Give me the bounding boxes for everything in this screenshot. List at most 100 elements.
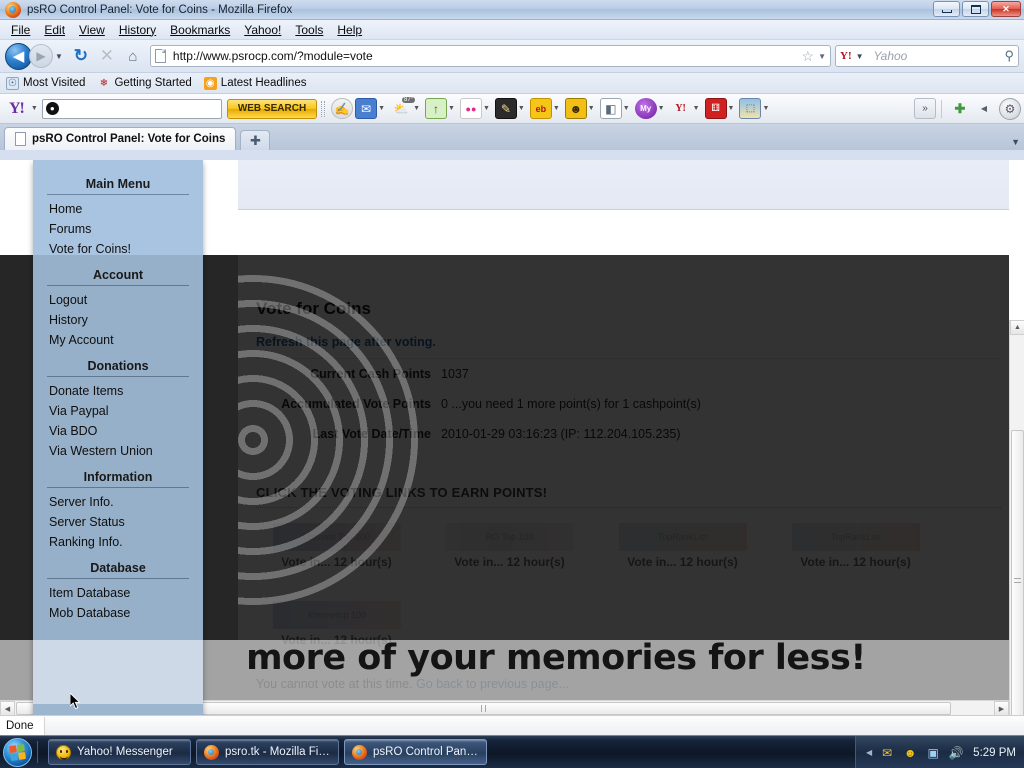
go-back-link[interactable]: Go back to previous page... <box>416 677 569 691</box>
search-input[interactable]: Yahoo <box>869 49 1005 63</box>
network-tray-icon[interactable]: ▣ <box>925 745 941 761</box>
new-tab-button[interactable]: ✚ <box>240 130 271 150</box>
sidebar-item-forums[interactable]: Forums <box>33 219 203 239</box>
taskbar-button-psro-tk[interactable]: psro.tk - Mozilla Fire... <box>196 739 339 765</box>
volume-tray-icon[interactable]: 🔊 <box>948 745 964 761</box>
nav-history-dropdown-icon[interactable]: ▼ <box>55 52 63 61</box>
collapse-toolbar-icon[interactable]: ◀ <box>973 98 995 119</box>
menu-history[interactable]: History <box>112 21 163 39</box>
taskbar-button-psro-control-panel[interactable]: psRO Control Panel:... <box>344 739 487 765</box>
bookmark-most-visited[interactable]: ☉ Most Visited <box>6 76 85 90</box>
toolbar-grip[interactable] <box>321 100 326 117</box>
flickr-dropdown-icon[interactable]: ▼ <box>483 105 490 112</box>
shopping-dropdown-icon[interactable]: ▼ <box>762 105 769 112</box>
vote-box[interactable]: Xtremetop 100 Vote in... 12 hour(s) <box>256 595 417 663</box>
yahoo-search-input[interactable]: ● <box>41 98 222 119</box>
url-bar[interactable]: http://www.psrocp.com/?module=vote ☆ ▼ <box>149 45 831 67</box>
restore-button[interactable] <box>962 1 989 17</box>
bookmark-star-icon[interactable]: ☆ <box>802 48 815 65</box>
weather-icon[interactable]: ⛅ 87° <box>390 97 416 119</box>
yahoo-logo-icon[interactable]: Y! <box>9 100 25 118</box>
notepad-icon[interactable]: ✎ <box>494 98 517 119</box>
menu-yahoo[interactable]: Yahoo! <box>237 21 288 39</box>
show-hidden-icons-icon[interactable]: ◀ <box>866 748 872 757</box>
reload-icon[interactable]: ↻ <box>68 43 94 69</box>
vote-box[interactable]: Ultimate Top 200 Vote in... 12 hour(s) <box>256 517 417 585</box>
vote-box[interactable]: RO Top 100 Vote in... 12 hour(s) <box>429 517 590 585</box>
sidebar-item-mob-database[interactable]: Mob Database <box>33 603 203 623</box>
search-bar[interactable]: Y! ▼ Yahoo ⚲ <box>835 45 1019 67</box>
sidebar-item-via-western-union[interactable]: Via Western Union <box>33 441 203 461</box>
search-magnifier-icon[interactable]: ⚲ <box>1004 48 1014 64</box>
sidebar-item-logout[interactable]: Logout <box>33 290 203 310</box>
notepad-dropdown-icon[interactable]: ▼ <box>518 105 525 112</box>
yahoo-messenger-tray-icon[interactable]: ☻ <box>902 745 918 761</box>
sidebar-item-donate-items[interactable]: Donate Items <box>33 381 203 401</box>
vote-box[interactable]: TopRankList Vote in... 12 hour(s) <box>775 517 936 585</box>
bookmarks-icon[interactable]: ◧ <box>599 98 622 119</box>
smiley-dropdown-icon[interactable]: ▼ <box>588 105 595 112</box>
yahoo-mail-dropdown-icon[interactable]: ▼ <box>693 105 700 112</box>
answers-dropdown-icon[interactable]: ▼ <box>448 105 455 112</box>
back-button[interactable]: ◀ <box>5 42 32 70</box>
taskbar-button-yahoo-messenger[interactable]: Yahoo! Messenger <box>48 739 191 765</box>
url-dropdown-icon[interactable]: ▼ <box>818 52 826 61</box>
menu-tools[interactable]: Tools <box>288 21 330 39</box>
sidebar-item-via-bdo[interactable]: Via BDO <box>33 421 203 441</box>
pencil-pad-icon[interactable]: ✍ <box>331 98 354 119</box>
search-engine-dropdown-icon[interactable]: ▼ <box>856 52 864 61</box>
sidebar-item-ranking-info[interactable]: Ranking Info. <box>33 532 203 552</box>
menu-bookmarks[interactable]: Bookmarks <box>163 21 237 39</box>
bookmark-latest-headlines[interactable]: ◉ Latest Headlines <box>203 76 306 90</box>
toolbar-overflow-icon[interactable]: » <box>914 98 936 119</box>
start-button[interactable] <box>3 737 32 767</box>
yahoo-logo-dropdown-icon[interactable]: ▼ <box>31 105 38 112</box>
tab-psro-control-panel[interactable]: psRO Control Panel: Vote for Coins <box>4 127 237 150</box>
yahoo-mail-icon[interactable]: Y! <box>670 98 692 119</box>
vote-box[interactable]: TopRankList Vote in... 12 hour(s) <box>602 517 763 585</box>
bookmark-getting-started[interactable]: ❄ Getting Started <box>97 77 192 90</box>
menu-edit[interactable]: Edit <box>37 21 72 39</box>
bookmarks-dropdown-icon[interactable]: ▼ <box>623 105 630 112</box>
weather-dropdown-icon[interactable]: ▼ <box>413 105 420 112</box>
sidebar-item-history[interactable]: History <box>33 310 203 330</box>
ebay-icon[interactable]: eb <box>529 98 552 119</box>
ebay-dropdown-icon[interactable]: ▼ <box>553 105 560 112</box>
mail-dropdown-icon[interactable]: ▼ <box>378 105 385 112</box>
sidebar-item-server-status[interactable]: Server Status <box>33 512 203 532</box>
scroll-up-button[interactable]: ▲ <box>1010 320 1024 335</box>
tab-list-icon[interactable]: ▼ <box>1011 137 1020 147</box>
gear-icon[interactable]: ⚙ <box>999 97 1021 120</box>
clock[interactable]: 5:29 PM <box>973 747 1016 759</box>
mail-tray-icon[interactable]: ✉ <box>879 745 895 761</box>
sidebar-item-home[interactable]: Home <box>33 199 203 219</box>
my-yahoo-dropdown-icon[interactable]: ▼ <box>658 105 665 112</box>
sidebar-item-server-info[interactable]: Server Info. <box>33 492 203 512</box>
games-icon[interactable]: ⚅ <box>704 98 727 119</box>
vertical-scrollbar-thumb[interactable] <box>1011 430 1024 715</box>
answers-icon[interactable]: ↑ <box>425 98 448 119</box>
menu-view[interactable]: View <box>72 21 112 39</box>
home-icon[interactable]: ⌂ <box>120 43 146 69</box>
scroll-left-button[interactable]: ◀ <box>0 701 15 715</box>
sidebar-item-my-account[interactable]: My Account <box>33 330 203 350</box>
sidebar-item-item-database[interactable]: Item Database <box>33 583 203 603</box>
mail-icon[interactable]: ✉ <box>355 98 378 119</box>
web-search-button[interactable]: WEB SEARCH <box>226 98 318 119</box>
sidebar-item-via-paypal[interactable]: Via Paypal <box>33 401 203 421</box>
flickr-icon[interactable]: ●● <box>459 98 482 119</box>
games-dropdown-icon[interactable]: ▼ <box>728 105 735 112</box>
shopping-icon[interactable]: ⬚ <box>739 98 762 119</box>
vertical-scrollbar[interactable]: ▲ ▼ <box>1009 320 1024 715</box>
add-button-icon[interactable]: ✚ <box>949 98 971 119</box>
menu-file[interactable]: File <box>4 21 37 39</box>
smiley-icon[interactable]: ☻ <box>564 98 587 119</box>
my-yahoo-icon[interactable]: My <box>634 98 657 119</box>
menu-bar: File Edit View History Bookmarks Yahoo! … <box>0 20 1024 40</box>
minimize-button[interactable] <box>933 1 960 17</box>
yahoo-search-engine-icon[interactable]: Y! <box>840 50 852 62</box>
close-button[interactable]: ✕ <box>991 1 1021 17</box>
menu-help[interactable]: Help <box>330 21 369 39</box>
scroll-right-button[interactable]: ▶ <box>994 701 1009 715</box>
sidebar-item-vote-for-coins[interactable]: Vote for Coins! <box>33 239 203 259</box>
